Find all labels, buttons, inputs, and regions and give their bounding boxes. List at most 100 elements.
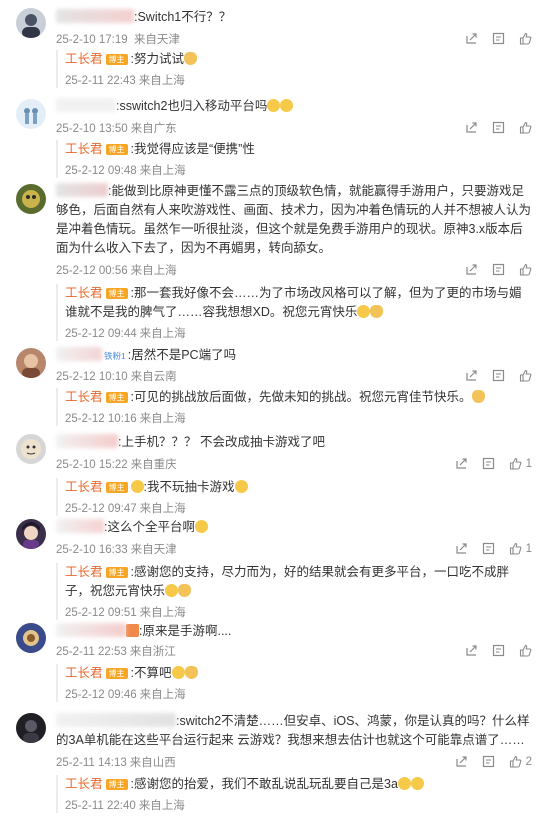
- blogger-reply: 工长君 博主:可见的挑战放后面做，先做未知的挑战。祝您元宵佳节快乐。 25-2-1…: [56, 388, 532, 426]
- comment-icon[interactable]: [492, 121, 505, 134]
- crown-emoji-icon: [126, 624, 139, 637]
- comment-meta: 25-2-10 17:19 来自天津: [56, 31, 183, 47]
- comment-icon[interactable]: [492, 644, 505, 657]
- laugh-emoji-icon: [194, 520, 208, 533]
- share-icon[interactable]: [465, 263, 478, 276]
- comment-actions: 2: [455, 755, 532, 768]
- blogger-badge: 博主: [105, 288, 128, 299]
- username-blurred[interactable]: [56, 9, 134, 23]
- avatar[interactable]: [16, 99, 46, 129]
- comment-actions: 1: [455, 542, 532, 555]
- reply-meta: 25-2-11 22:40 来自上海: [65, 800, 185, 812]
- comment-icon[interactable]: [482, 457, 495, 470]
- like-icon[interactable]: [509, 457, 522, 470]
- avatar[interactable]: [16, 434, 46, 464]
- avatar[interactable]: [16, 8, 46, 38]
- comment-text: 铁粉1:居然不是PC端了吗: [56, 346, 532, 366]
- fan-level-badge: 铁粉1: [104, 351, 126, 361]
- comment-text: :原来是手游啊....: [56, 622, 532, 641]
- avatar[interactable]: [16, 348, 46, 378]
- reply-meta: 25-2-12 09:46 来自上海: [65, 689, 186, 701]
- pray-emoji-icon: [184, 666, 198, 679]
- avatar[interactable]: [16, 184, 46, 214]
- pray-emoji-icon: [184, 52, 197, 65]
- blogger-reply: 工长君 博主:感谢您的支持，尽力而为，好的结果就会有更多平台，一口吃不成胖子，祝您…: [56, 563, 532, 620]
- pray-emoji-icon: [471, 390, 485, 403]
- comment-date: 25-2-10 17:19: [56, 34, 128, 46]
- reply-text: 工长君 博主:我不玩抽卡游戏: [65, 478, 532, 497]
- share-icon[interactable]: [455, 542, 468, 555]
- like-icon[interactable]: [519, 263, 532, 276]
- like-count: 1: [525, 542, 532, 555]
- reply-author[interactable]: 工长君: [65, 480, 103, 494]
- share-icon[interactable]: [465, 32, 478, 45]
- username-blurred[interactable]: [56, 98, 116, 112]
- reply-author[interactable]: 工长君: [65, 142, 103, 156]
- sweat-emoji-icon: [130, 480, 144, 493]
- comment-text: :能做到比原神更懂不露三点的顶级软色情，就能赢得手游用户，只要游戏足够色，后面自…: [56, 183, 532, 255]
- blogger-reply: 工长君 博主:我不玩抽卡游戏 25-2-12 09:47 来自上海: [56, 478, 532, 516]
- reply-meta: 25-2-12 09:48 来自上海: [65, 165, 186, 177]
- avatar[interactable]: [16, 623, 46, 653]
- reply-text: 工长君 博主:可见的挑战放后面做，先做未知的挑战。祝您元宵佳节快乐。: [65, 388, 532, 407]
- comment-text: :上手机？？？ 不会改成抽卡游戏了吧: [56, 433, 532, 452]
- reply-author[interactable]: 工长君: [65, 777, 103, 791]
- grin-emoji-icon: [267, 99, 281, 112]
- username-blurred[interactable]: [56, 623, 126, 637]
- comment-actions: [465, 369, 532, 382]
- like-icon[interactable]: [519, 32, 532, 45]
- comment-text: :这么个全平台啊: [56, 518, 532, 537]
- like-count: 2: [525, 755, 532, 768]
- reply-author[interactable]: 工长君: [65, 666, 103, 680]
- reply-meta: 25-2-11 22:43 来自上海: [65, 75, 185, 87]
- avatar[interactable]: [16, 713, 46, 743]
- username-blurred[interactable]: [56, 183, 108, 197]
- comment-actions: [465, 263, 532, 276]
- like-count: 1: [525, 457, 532, 470]
- reply-author[interactable]: 工长君: [65, 286, 103, 300]
- comment-icon[interactable]: [492, 369, 505, 382]
- grin-emoji-icon: [280, 99, 294, 112]
- reply-author[interactable]: 工长君: [65, 52, 103, 66]
- comment-icon[interactable]: [492, 263, 505, 276]
- reply-text: 工长君 博主:我觉得应该是“便携”性: [65, 142, 255, 156]
- smile-emoji-icon: [357, 305, 371, 318]
- blogger-badge: 博主: [105, 567, 128, 578]
- blogger-reply: 工长君 博主:不算吧 25-2-12 09:46 来自上海: [56, 664, 532, 702]
- thinking-emoji-icon: [171, 666, 185, 679]
- share-icon[interactable]: [455, 457, 468, 470]
- reply-author[interactable]: 工长君: [65, 565, 103, 579]
- comment-actions: [465, 121, 532, 134]
- comment-actions: [465, 32, 532, 45]
- share-icon[interactable]: [455, 755, 468, 768]
- username-blurred[interactable]: [56, 347, 102, 361]
- comment-icon[interactable]: [482, 542, 495, 555]
- share-icon[interactable]: [465, 121, 478, 134]
- blogger-badge: 博主: [105, 54, 128, 65]
- username-blurred[interactable]: [56, 713, 176, 727]
- comment-icon[interactable]: [482, 755, 495, 768]
- reply-author[interactable]: 工长君: [65, 390, 103, 404]
- pray-emoji-icon: [178, 584, 192, 597]
- comment-meta: 25-2-11 14:13 来自山西: [56, 757, 176, 769]
- share-icon[interactable]: [465, 369, 478, 382]
- username-blurred[interactable]: [56, 519, 104, 533]
- comment-actions: 1: [455, 457, 532, 470]
- share-icon[interactable]: [465, 644, 478, 657]
- reply-text: 工长君 博主:不算吧: [65, 664, 532, 683]
- username-blurred[interactable]: [56, 434, 118, 448]
- like-icon[interactable]: [519, 121, 532, 134]
- comment-meta: 25-2-10 15:22 来自重庆: [56, 459, 177, 471]
- like-icon[interactable]: [519, 369, 532, 382]
- grin-emoji-icon: [397, 777, 411, 790]
- like-icon[interactable]: [509, 542, 522, 555]
- comment-meta: 25-2-12 00:56 来自上海: [56, 265, 177, 277]
- like-icon[interactable]: [519, 644, 532, 657]
- comment-text: :switch2不清楚……但安卓、iOS、鸿蒙，你是认真的吗？什么样的3A单机能…: [56, 713, 530, 747]
- comment-icon[interactable]: [492, 32, 505, 45]
- like-icon[interactable]: [509, 755, 522, 768]
- reply-text: 工长君 博主:努力试试: [65, 50, 532, 69]
- pray-emoji-icon: [370, 305, 384, 318]
- blogger-badge: 博主: [105, 779, 128, 790]
- avatar[interactable]: [16, 519, 46, 549]
